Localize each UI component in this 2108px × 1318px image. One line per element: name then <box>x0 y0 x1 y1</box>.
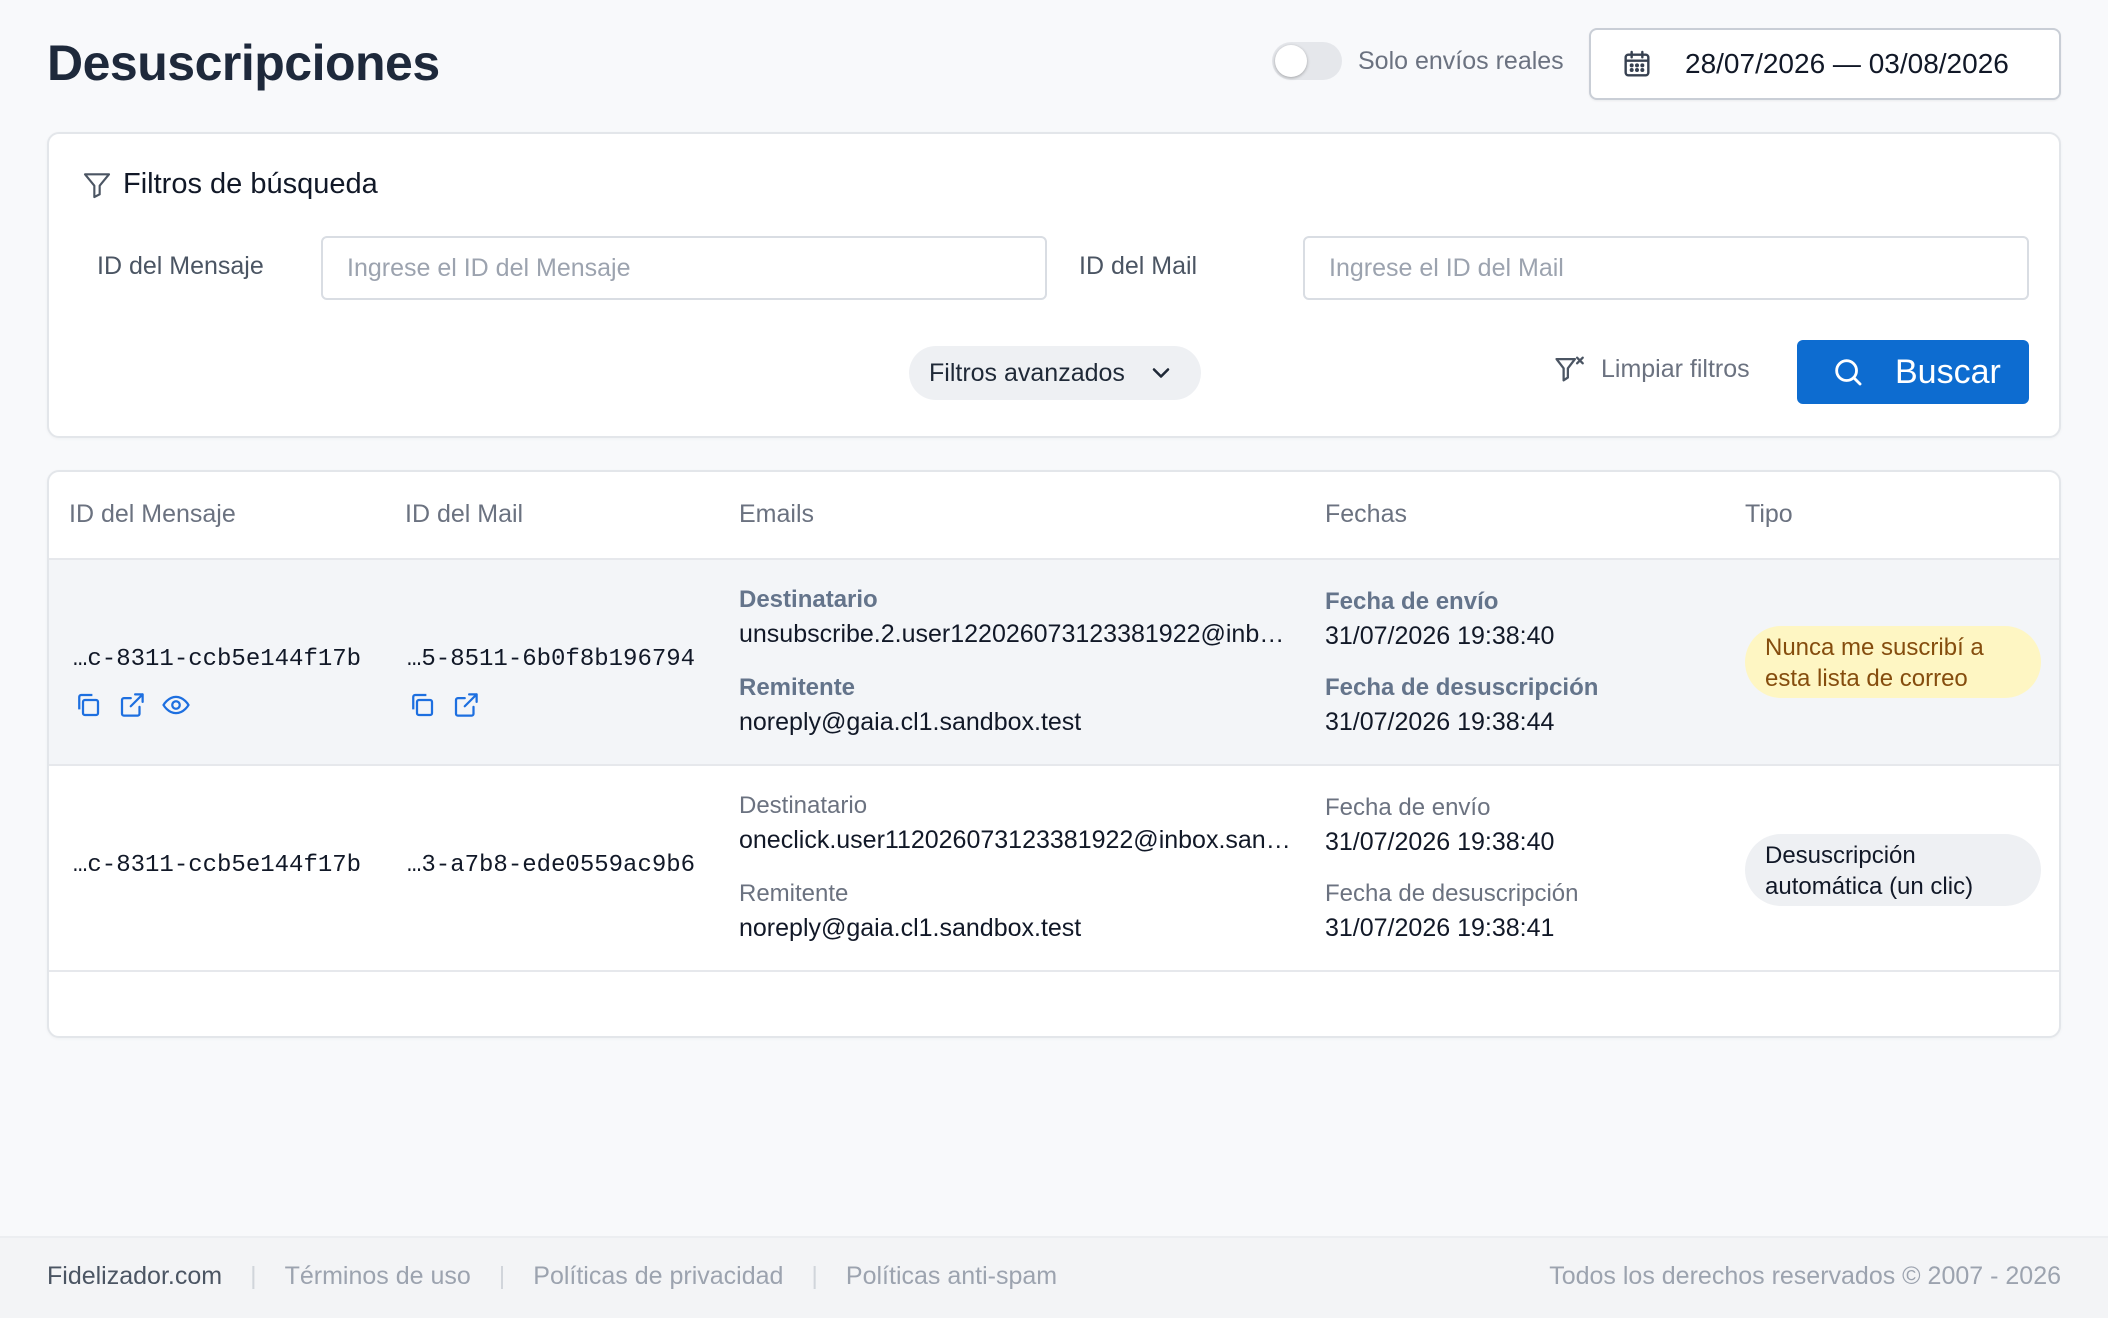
mail-id-value: …5-8511-6b0f8b196794 <box>407 646 696 673</box>
type-badge: Desuscripción automática (un clic) <box>1745 834 2041 906</box>
sender-label: Remitente <box>739 674 856 701</box>
footer-links: Fidelizador.com | Términos de uso | Polí… <box>47 1262 1057 1291</box>
sender-email: noreply@gaia.cl1.sandbox.test <box>739 914 1082 942</box>
send-date-label: Fecha de envío <box>1325 588 1499 615</box>
footer-separator: | <box>811 1262 818 1290</box>
search-icon <box>1831 355 1865 389</box>
type-badge: Nunca me suscribí a esta lista de correo <box>1745 626 2041 698</box>
sender-email: noreply@gaia.cl1.sandbox.test <box>739 708 1082 736</box>
page-footer: Fidelizador.com | Términos de uso | Polí… <box>0 1236 2108 1318</box>
mail-id-value: …3-a7b8-ede0559ac9b6 <box>407 852 696 879</box>
table-row[interactable]: …c-8311-ccb5e144f17b …3-a7b8-ede0559ac9b… <box>49 766 2059 970</box>
message-id-input[interactable]: Ingrese el ID del Mensaje <box>321 236 1047 300</box>
footer-separator: | <box>250 1262 257 1290</box>
date-range-text: 28/07/2026 — 03/08/2026 <box>1685 48 2009 79</box>
footer-link-antispam[interactable]: Políticas anti-spam <box>846 1262 1057 1291</box>
recipient-email: unsubscribe.2.user122026073123381922@inb… <box>739 620 1291 648</box>
message-id-value: …c-8311-ccb5e144f17b <box>73 646 362 673</box>
clear-filters-label: Limpiar filtros <box>1601 354 1750 383</box>
row-divider <box>49 970 2059 972</box>
toggle-knob <box>1275 45 1307 77</box>
send-date-value: 31/07/2026 19:38:40 <box>1325 622 1555 650</box>
column-header-dates[interactable]: Fechas <box>1325 500 1407 529</box>
search-button[interactable]: Buscar <box>1797 340 2029 404</box>
eye-icon[interactable] <box>161 690 191 720</box>
mail-id-input[interactable]: Ingrese el ID del Mail <box>1303 236 2029 300</box>
copy-icon[interactable] <box>73 690 103 720</box>
column-header-type[interactable]: Tipo <box>1745 500 1793 529</box>
unsubscribe-date-value: 31/07/2026 19:38:44 <box>1325 708 1555 736</box>
date-range-picker[interactable]: 28/07/2026 — 03/08/2026 <box>1589 28 2061 100</box>
message-id-value: …c-8311-ccb5e144f17b <box>73 852 362 879</box>
real-sends-toggle[interactable] <box>1272 42 1342 80</box>
recipient-email: oneclick.user112026073123381922@inbox.sa… <box>739 826 1291 854</box>
filters-header: Filtros de búsqueda <box>81 168 378 201</box>
filters-title: Filtros de búsqueda <box>123 168 378 200</box>
search-button-label: Buscar <box>1895 352 2001 391</box>
recipient-label: Destinatario <box>739 792 868 819</box>
page-title: Desuscripciones <box>47 35 440 91</box>
search-filters-card: Filtros de búsqueda ID del Mensaje Ingre… <box>47 132 2061 438</box>
external-link-icon[interactable] <box>117 690 147 720</box>
real-sends-toggle-label: Solo envíos reales <box>1358 46 1564 75</box>
sender-label: Remitente <box>739 880 849 907</box>
column-header-message-id[interactable]: ID del Mensaje <box>69 500 236 529</box>
chevron-down-icon <box>1147 359 1175 387</box>
calendar-icon <box>1621 48 1653 80</box>
column-header-mail-id[interactable]: ID del Mail <box>405 500 523 529</box>
clear-filters-button[interactable]: Limpiar filtros <box>1553 352 1750 386</box>
unsubscriptions-table: ID del Mensaje ID del Mail Emails Fechas… <box>47 470 2061 1038</box>
footer-copyright: Todos los derechos reservados © 2007 - 2… <box>1549 1262 2061 1290</box>
filter-clear-icon <box>1553 352 1587 386</box>
footer-link-terms[interactable]: Términos de uso <box>285 1262 471 1291</box>
mail-id-label: ID del Mail <box>1079 252 1198 280</box>
page-header: Desuscripciones Solo envíos reales 28/07… <box>47 26 2061 102</box>
table-row[interactable]: …c-8311-ccb5e144f17b …5-8511-6b0f8b19679… <box>49 560 2059 764</box>
send-date-value: 31/07/2026 19:38:40 <box>1325 828 1555 856</box>
unsubscribe-date-label: Fecha de desuscripción <box>1325 880 1579 907</box>
message-actions <box>73 690 191 720</box>
footer-link-privacy[interactable]: Políticas de privacidad <box>533 1262 783 1291</box>
advanced-filters-label: Filtros avanzados <box>929 358 1125 387</box>
external-link-icon[interactable] <box>451 690 481 720</box>
footer-brand-link[interactable]: Fidelizador.com <box>47 1262 222 1291</box>
real-sends-toggle-group: Solo envíos reales <box>1272 42 1564 80</box>
column-header-emails[interactable]: Emails <box>739 500 814 529</box>
footer-separator: | <box>498 1262 506 1290</box>
advanced-filters-button[interactable]: Filtros avanzados <box>909 346 1201 400</box>
unsubscribe-date-value: 31/07/2026 19:38:41 <box>1325 914 1555 942</box>
send-date-label: Fecha de envío <box>1325 794 1491 821</box>
unsubscribe-date-label: Fecha de desuscripción <box>1325 674 1599 701</box>
recipient-label: Destinatario <box>739 586 878 613</box>
copy-icon[interactable] <box>407 690 437 720</box>
message-id-label: ID del Mensaje <box>97 252 264 280</box>
filter-icon <box>81 169 113 201</box>
mail-actions <box>407 690 481 720</box>
